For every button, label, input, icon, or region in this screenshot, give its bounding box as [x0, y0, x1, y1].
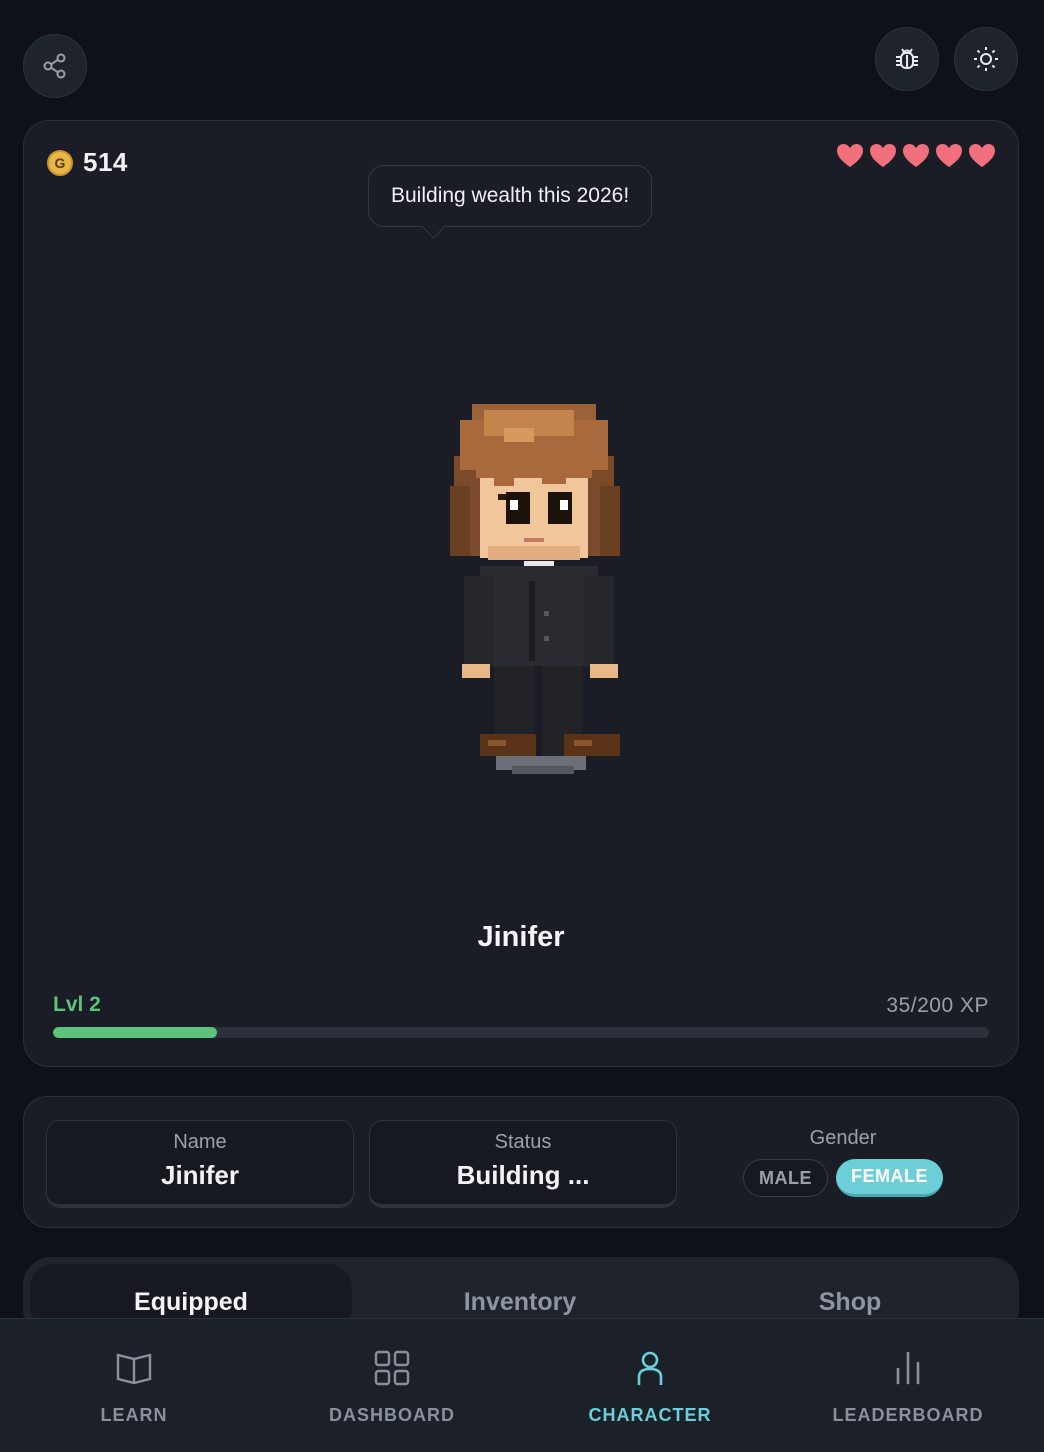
name-label: Name — [173, 1131, 227, 1153]
gold-balance: G 514 — [47, 147, 128, 178]
gender-selector: Gender MALE FEMALE — [743, 1127, 943, 1197]
gender-female-button[interactable]: FEMALE — [836, 1159, 943, 1197]
heart-icon — [969, 144, 995, 167]
heart-icon — [903, 144, 929, 167]
character-page: G 514 Building wealth this 2026! Jinifer… — [0, 0, 1044, 1452]
nav-learn-label: LEARN — [100, 1405, 168, 1425]
heart-icon — [837, 144, 863, 167]
speech-text: Building wealth this 2026! — [391, 184, 630, 207]
level-label: Lvl 2 — [53, 993, 101, 1016]
bar-chart-icon — [896, 1351, 920, 1385]
xp-label: 35/200 XP — [886, 994, 989, 1017]
share-button[interactable] — [23, 34, 87, 98]
nav-leaderboard-label: LEADERBOARD — [832, 1405, 984, 1425]
grid-icon — [374, 1350, 410, 1386]
nav-character[interactable]: CHARACTER — [550, 1319, 750, 1452]
heart-icon — [870, 144, 896, 167]
speech-bubble: Building wealth this 2026! — [368, 165, 653, 227]
health-hearts — [836, 143, 996, 169]
bottom-navigation: LEARN DASHBOARD CHARACTER LEADERBOARD — [0, 1318, 1044, 1452]
book-icon — [116, 1353, 152, 1385]
nav-dashboard[interactable]: DASHBOARD — [292, 1319, 492, 1452]
name-field[interactable]: Name Jinifer — [46, 1120, 354, 1208]
nav-dashboard-label: DASHBOARD — [329, 1405, 455, 1425]
share-icon — [43, 53, 66, 79]
character-avatar[interactable] — [424, 396, 644, 781]
xp-progress-bar — [53, 1027, 989, 1038]
gender-label: Gender — [809, 1127, 877, 1149]
bug-icon — [896, 48, 918, 69]
bug-report-button[interactable] — [875, 27, 939, 91]
gold-count: 514 — [83, 147, 128, 177]
status-value: Building ... — [456, 1160, 590, 1190]
nav-learn[interactable]: LEARN — [34, 1319, 234, 1452]
name-value: Jinifer — [160, 1160, 240, 1190]
gender-male-button[interactable]: MALE — [743, 1159, 828, 1197]
sun-icon — [974, 47, 998, 71]
nav-character-label: CHARACTER — [588, 1405, 712, 1425]
theme-toggle-button[interactable] — [954, 27, 1018, 91]
person-icon — [637, 1351, 663, 1385]
xp-progress-fill — [53, 1027, 217, 1038]
status-label: Status — [494, 1131, 552, 1153]
character-name: Jinifer — [477, 921, 565, 953]
character-card: G 514 Building wealth this 2026! Jinifer… — [23, 120, 1019, 1067]
heart-icon — [936, 144, 962, 167]
gold-coin-icon: G — [47, 149, 73, 176]
profile-card: Name Jinifer Status Building ... Gender … — [23, 1096, 1019, 1228]
nav-leaderboard[interactable]: LEADERBOARD — [808, 1319, 1008, 1452]
status-field[interactable]: Status Building ... — [369, 1120, 677, 1208]
